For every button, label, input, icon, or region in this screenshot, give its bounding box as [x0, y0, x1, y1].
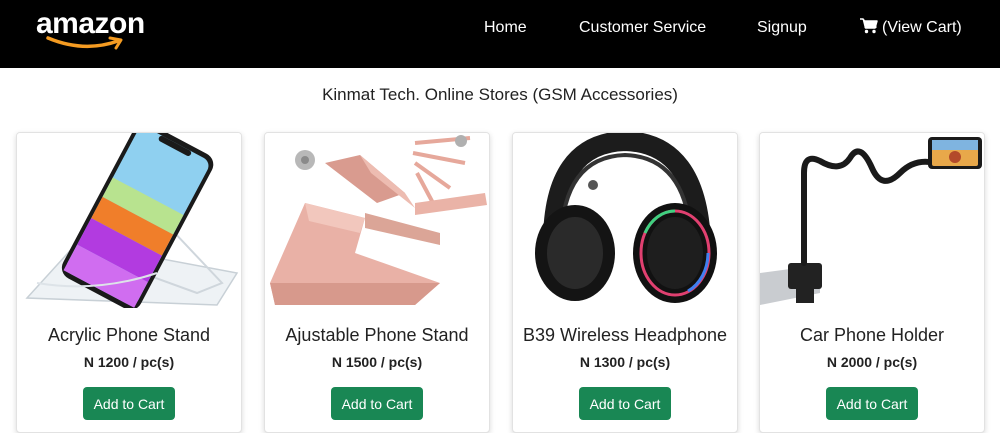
product-card: Ajustable Phone Stand N 1500 / pc(s) Add…	[264, 132, 490, 433]
view-cart-label: (View Cart)	[882, 19, 962, 36]
product-price: N 1500 / pc(s)	[331, 354, 423, 370]
product-card: Car Phone Holder N 2000 / pc(s) Add to C…	[759, 132, 985, 433]
shopping-cart-icon	[860, 18, 878, 34]
add-to-cart-button[interactable]: Add to Cart	[331, 387, 423, 420]
store-title: Kinmat Tech. Online Stores (GSM Accessor…	[322, 85, 678, 104]
product-price: N 2000 / pc(s)	[826, 354, 918, 370]
add-to-cart-button[interactable]: Add to Cart	[826, 387, 918, 420]
nav-view-cart-link[interactable]: (View Cart)	[860, 18, 962, 38]
navbar: amazon Home Customer Service Signup (Vie…	[0, 0, 1000, 68]
nav-home-link[interactable]: Home	[484, 18, 527, 38]
adjustable-phone-stand-image	[265, 133, 489, 308]
smile-arrow-icon	[46, 36, 123, 50]
product-price: N 1200 / pc(s)	[83, 354, 175, 370]
acrylic-phone-stand-image	[17, 133, 241, 308]
product-name: B39 Wireless Headphone	[522, 325, 728, 345]
add-to-cart-button[interactable]: Add to Cart	[83, 387, 175, 420]
product-name: Acrylic Phone Stand	[47, 325, 211, 345]
amazon-logo[interactable]: amazon	[36, 8, 156, 52]
product-price: N 1300 / pc(s)	[579, 354, 671, 370]
product-name: Ajustable Phone Stand	[285, 325, 469, 345]
car-phone-holder-image	[760, 133, 984, 308]
product-card: B39 Wireless Headphone N 1300 / pc(s) Ad…	[512, 132, 738, 433]
product-name: Car Phone Holder	[799, 325, 945, 345]
wireless-headphone-image	[513, 133, 737, 308]
nav-signup-link[interactable]: Signup	[757, 18, 807, 38]
add-to-cart-button[interactable]: Add to Cart	[579, 387, 671, 420]
nav-customer-service-link[interactable]: Customer Service	[579, 18, 706, 38]
product-card: Acrylic Phone Stand N 1200 / pc(s) Add t…	[16, 132, 242, 433]
